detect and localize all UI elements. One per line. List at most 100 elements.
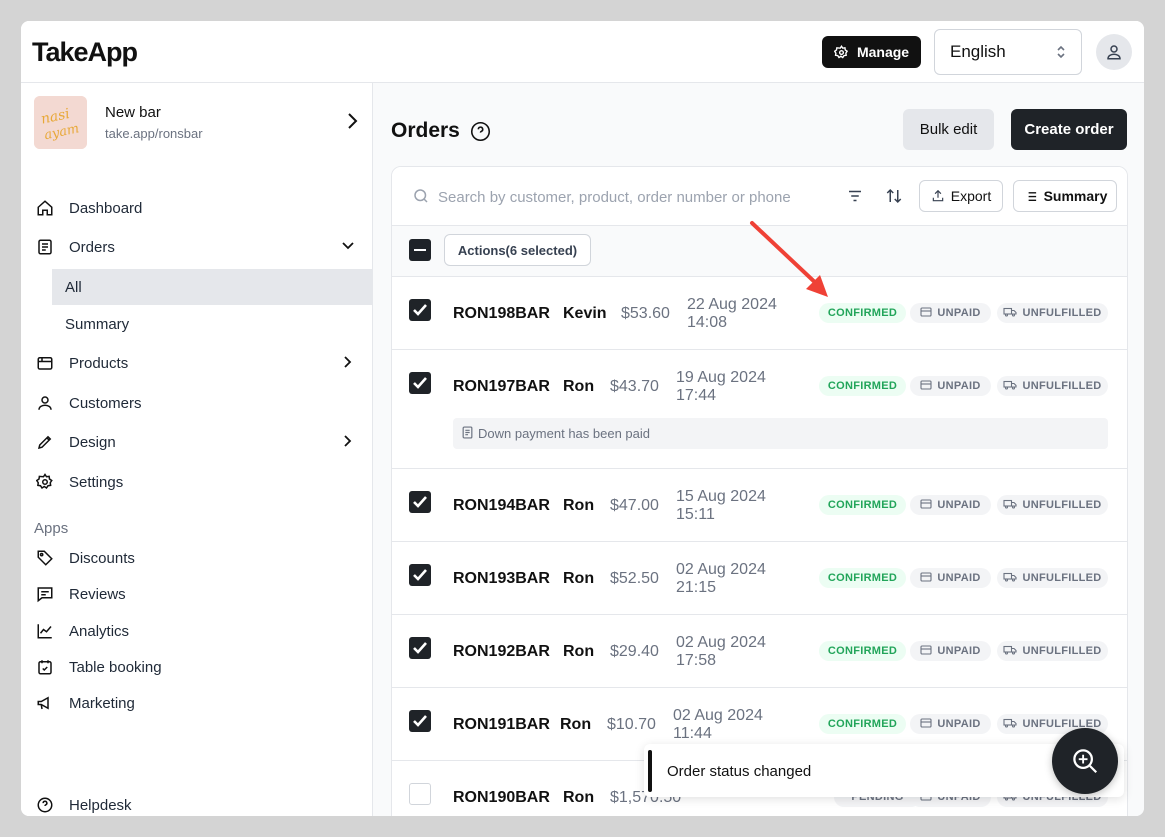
box-icon [37, 357, 53, 370]
actions-button[interactable]: Actions(6 selected) [444, 234, 591, 266]
order-number[interactable]: RON192BAR [453, 643, 550, 661]
order-date-time: 21:15 [676, 579, 717, 596]
sidebar-item-label: Dashboard [69, 199, 143, 217]
top-bar: TakeApp Manage English [21, 21, 1144, 83]
order-amount: $47.00 [610, 497, 659, 514]
order-checkbox[interactable] [409, 372, 431, 394]
order-status-badge[interactable]: CONFIRMED [819, 495, 906, 515]
order-checkbox[interactable] [409, 491, 431, 513]
app-window: TakeApp Manage English nasi ayam New bar … [21, 21, 1144, 816]
order-number[interactable]: RON197BAR [453, 378, 550, 396]
sidebar-item-analytics[interactable]: Analytics [21, 613, 372, 649]
chevron-updown-icon [1057, 45, 1065, 59]
order-checkbox[interactable] [409, 710, 431, 732]
order-status-badge[interactable]: CONFIRMED [819, 641, 906, 661]
order-note-text: Down payment has been paid [478, 426, 651, 441]
sidebar-item-reviews[interactable]: Reviews [21, 576, 372, 612]
fulfillment-status-badge[interactable]: UNFULFILLED [997, 495, 1108, 515]
order-number[interactable]: RON193BAR [453, 570, 550, 588]
sidebar-item-settings[interactable]: Settings [21, 464, 372, 500]
assistant-button[interactable] [1052, 728, 1118, 794]
summary-label: Summary [1043, 188, 1108, 204]
help-icon[interactable] [470, 121, 491, 142]
card-icon [920, 571, 932, 585]
chart-icon [37, 624, 52, 639]
order-number[interactable]: RON198BAR [453, 305, 550, 323]
filter-icon[interactable] [846, 187, 864, 205]
order-row[interactable]: RON194BAR Ron $47.00 15 Aug 2024 15:11 CONFIR… [392, 469, 1127, 542]
sidebar-item-customers[interactable]: Customers [21, 385, 372, 421]
order-row[interactable]: RON197BAR Ron $43.70 19 Aug 2024 17:44 CONFIR… [392, 350, 1127, 469]
sidebar-item-orders[interactable]: Orders [21, 229, 372, 265]
sidebar-item-marketing[interactable]: Marketing [21, 685, 372, 721]
order-row[interactable]: RON192BAR Ron $29.40 02 Aug 2024 17:58 CONFIR… [392, 615, 1127, 688]
fulfillment-status-badge[interactable]: UNFULFILLED [997, 641, 1108, 661]
sidebar-item-products[interactable]: Products [21, 345, 372, 381]
sidebar-item-design[interactable]: Design [21, 424, 372, 460]
main-content: Orders Bulk edit Create order Export Sum… [373, 83, 1144, 816]
app-logo[interactable]: TakeApp [32, 37, 138, 68]
manage-button[interactable]: Manage [822, 36, 921, 68]
order-date-time: 15:11 [676, 506, 715, 523]
user-icon [1107, 45, 1121, 60]
payment-status-label: UNPAID [937, 718, 981, 730]
user-avatar[interactable] [1096, 34, 1132, 70]
select-all-checkbox[interactable] [409, 239, 431, 261]
payment-status-badge[interactable]: UNPAID [910, 376, 991, 396]
card-icon [920, 379, 932, 393]
order-date: 02 Aug 2024 17:58 [676, 634, 766, 670]
language-select[interactable]: English [934, 29, 1082, 75]
sidebar-item-dashboard[interactable]: Dashboard [21, 190, 372, 226]
order-note: Down payment has been paid [453, 418, 1108, 449]
export-button[interactable]: Export [919, 180, 1003, 212]
order-amount: $53.60 [621, 305, 670, 322]
payment-status-badge[interactable]: UNPAID [910, 641, 991, 661]
sidebar-item-label: Products [69, 354, 129, 372]
order-date-day: 02 Aug 2024 [676, 634, 766, 651]
payment-status-badge[interactable]: UNPAID [910, 568, 991, 588]
order-customer: Kevin [563, 305, 607, 322]
order-checkbox[interactable] [409, 783, 431, 805]
payment-status-badge[interactable]: UNPAID [910, 303, 991, 323]
order-checkbox[interactable] [409, 637, 431, 659]
summary-button[interactable]: Summary [1013, 180, 1117, 212]
order-checkbox[interactable] [409, 299, 431, 321]
order-number[interactable]: RON190BAR [453, 789, 550, 807]
store-name: New bar [105, 104, 161, 121]
order-date-time: 17:44 [676, 387, 717, 404]
order-status-badge[interactable]: CONFIRMED [819, 714, 906, 734]
truck-icon [1003, 572, 1018, 585]
sidebar-item-label: Analytics [69, 622, 130, 640]
sidebar-subitem-summary[interactable]: Summary [52, 306, 372, 342]
sidebar-item-table-booking[interactable]: Table booking [21, 649, 372, 685]
order-checkbox[interactable] [409, 564, 431, 586]
fulfillment-status-badge[interactable]: UNFULFILLED [997, 376, 1108, 396]
sidebar-item-label: Marketing [69, 694, 135, 712]
sidebar-item-discounts[interactable]: Discounts [21, 540, 372, 576]
sidebar: nasi ayam New bar take.app/ronsbar Dashbo… [21, 83, 373, 816]
order-number[interactable]: RON191BAR [453, 716, 550, 734]
payment-status-badge[interactable]: UNPAID [910, 714, 991, 734]
search-input[interactable] [438, 186, 818, 208]
payment-status-label: UNPAID [937, 307, 981, 319]
payment-status-badge[interactable]: UNPAID [910, 495, 991, 515]
fulfillment-status-badge[interactable]: UNFULFILLED [997, 303, 1108, 323]
order-status-badge[interactable]: CONFIRMED [819, 568, 906, 588]
sort-icon[interactable] [885, 187, 903, 205]
order-status-badge[interactable]: CONFIRMED [819, 303, 906, 323]
payment-status-label: UNPAID [937, 645, 981, 657]
create-order-button[interactable]: Create order [1011, 109, 1127, 150]
order-number[interactable]: RON194BAR [453, 497, 550, 515]
order-status-badge[interactable]: CONFIRMED [819, 376, 906, 396]
payment-status-label: UNPAID [937, 380, 981, 392]
sidebar-subitem-all[interactable]: All [52, 269, 372, 305]
truck-icon [1003, 718, 1018, 731]
bulk-edit-button[interactable]: Bulk edit [903, 109, 994, 150]
sidebar-item-label: Customers [69, 394, 142, 412]
order-row[interactable]: RON193BAR Ron $52.50 02 Aug 2024 21:15 CONFIR… [392, 542, 1127, 615]
gear-icon [833, 44, 849, 58]
sidebar-item-helpdesk[interactable]: Helpdesk [21, 787, 372, 816]
store-switcher[interactable]: nasi ayam New bar take.app/ronsbar [34, 96, 364, 150]
fulfillment-status-badge[interactable]: UNFULFILLED [997, 568, 1108, 588]
order-date-day: 02 Aug 2024 [673, 707, 763, 724]
